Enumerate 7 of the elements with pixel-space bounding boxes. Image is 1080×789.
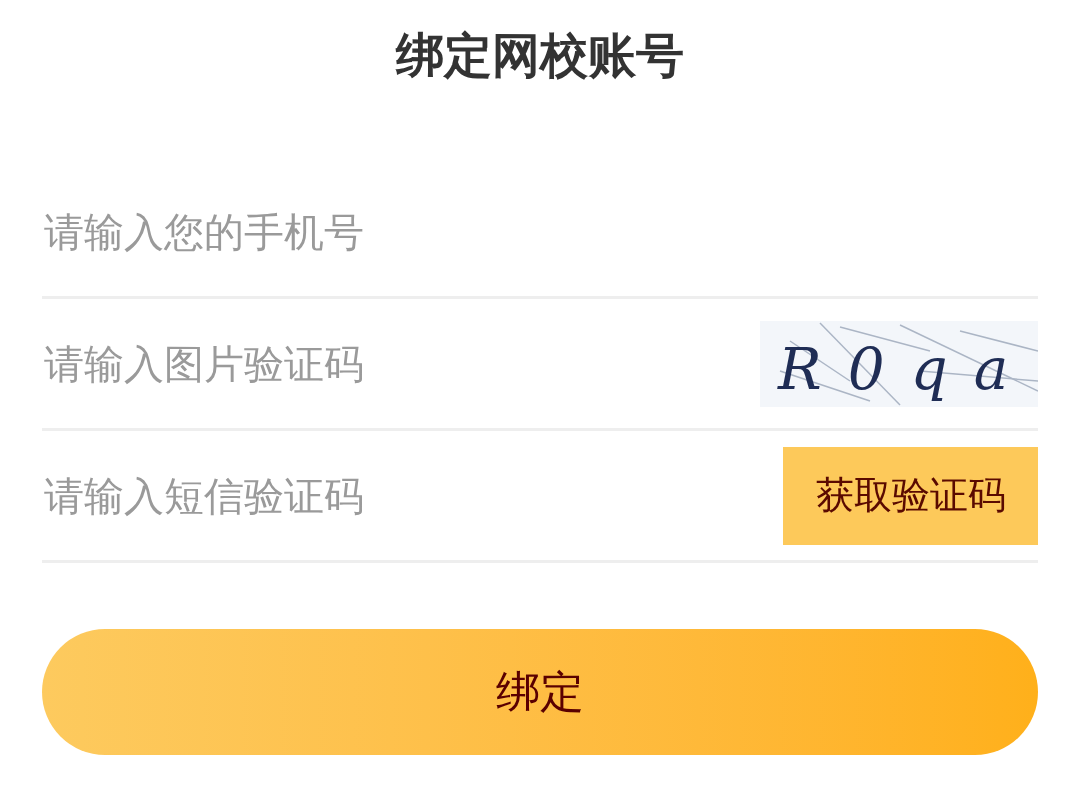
page-title: 绑定网校账号 [396, 26, 684, 85]
input-field[interactable]: 请输入您的手机号 [42, 191, 1038, 272]
input-field[interactable]: 请输入图片验证码 [42, 323, 760, 404]
get-code-button[interactable]: 获取验证码 [783, 446, 1038, 545]
input-field[interactable]: 请输入短信验证码 [42, 455, 783, 536]
captcha-image[interactable]: R0qa [760, 320, 1038, 407]
bind-button[interactable]: 绑定 [42, 629, 1038, 755]
